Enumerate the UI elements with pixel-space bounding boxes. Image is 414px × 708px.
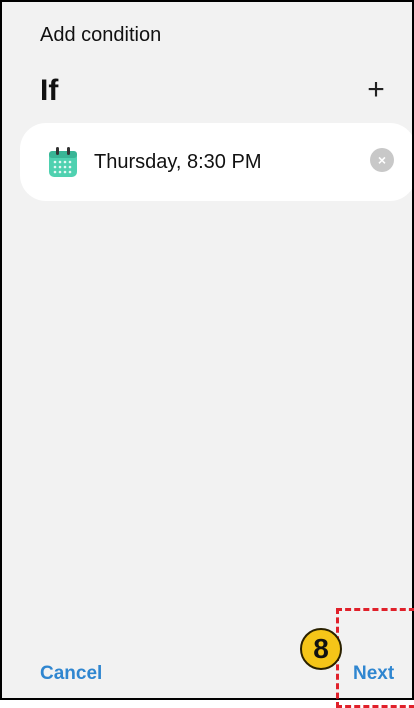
remove-condition-icon[interactable]: × [370,148,394,172]
header-title: Add condition [40,24,162,46]
next-button[interactable]: Next [353,663,394,685]
cancel-button[interactable]: Cancel [40,663,102,685]
step-badge: 8 [300,628,342,670]
screen: Add condition If + Thursday, 8:30 PM × C… [0,0,414,700]
add-condition-button[interactable]: + [358,72,394,108]
condition-label: Thursday, 8:30 PM [94,151,262,173]
calendar-icon [48,146,78,178]
condition-card[interactable]: Thursday, 8:30 PM × [20,123,412,201]
if-section-title: If [40,74,59,107]
